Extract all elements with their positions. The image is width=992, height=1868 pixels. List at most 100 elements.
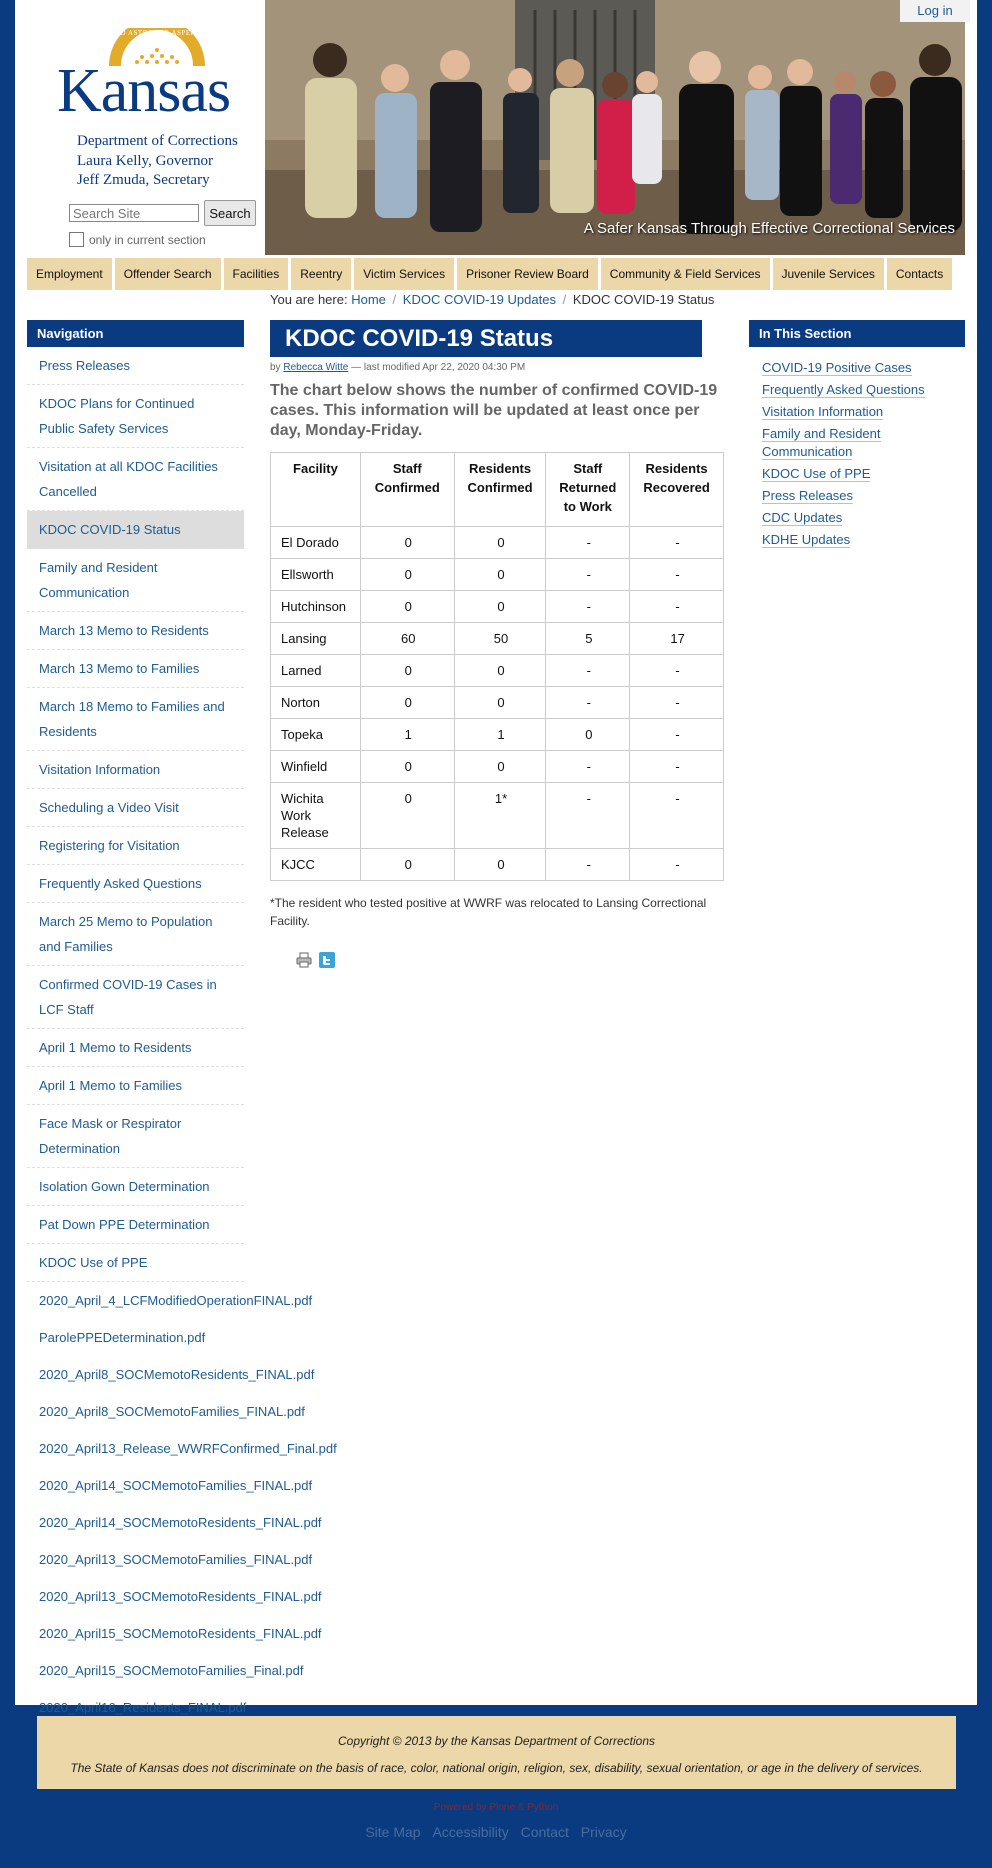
right-section-list: COVID-19 Positive Cases Frequently Asked … xyxy=(749,357,965,551)
accessibility-link[interactable]: Accessibility xyxy=(432,1824,508,1840)
search-button[interactable]: Search xyxy=(204,200,256,226)
left-nav-item[interactable]: Registering for Visitation xyxy=(27,827,244,865)
left-nav-item[interactable]: 2020_April8_SOCMemotoFamilies_FINAL.pdf xyxy=(27,1393,347,1430)
left-nav-item[interactable]: Confirmed COVID-19 Cases in LCF Staff xyxy=(27,966,244,1029)
left-nav-item[interactable]: April 1 Memo to Families xyxy=(27,1067,244,1105)
powered-by: Powered by Plone & Python xyxy=(433,1802,559,1813)
table-cell: - xyxy=(545,558,631,591)
search-scope: only in current section xyxy=(69,232,269,250)
table-row: Ellsworth 0 0- - xyxy=(270,558,724,591)
facility-cell: Topeka xyxy=(270,718,361,751)
logo-department: Department of Corrections xyxy=(77,133,238,149)
print-icon[interactable] xyxy=(296,952,312,968)
byline-prefix: by xyxy=(270,362,281,373)
table-row: Lansing 60 50 5 17 xyxy=(270,622,724,655)
right-section-item-label: Family and Resident Communication xyxy=(762,426,881,460)
left-nav-item[interactable]: April 1 Memo to Residents xyxy=(27,1029,244,1067)
table-row: Norton 0 0- - xyxy=(270,686,724,719)
left-nav-item[interactable]: 2020_April13_SOCMemotoResidents_FINAL.pd… xyxy=(27,1578,347,1615)
login-link[interactable]: Log in xyxy=(900,0,970,22)
nav-juvenile-services[interactable]: Juvenile Services xyxy=(772,258,884,290)
left-nav-item[interactable]: 2020_April14_SOCMemotoFamilies_FINAL.pdf xyxy=(27,1467,347,1504)
kdoc-logo[interactable]: AD ASTRA PER ASPERA Kansas Department of… xyxy=(57,20,257,188)
facility-cell: Winfield xyxy=(270,750,361,783)
left-nav-item[interactable]: Visitation Information xyxy=(27,751,244,789)
left-nav-item[interactable]: KDOC Plans for Continued Public Safety S… xyxy=(27,385,244,448)
logo-governor: Laura Kelly, Governor xyxy=(77,153,214,169)
site-map-link[interactable]: Site Map xyxy=(365,1824,420,1840)
left-nav-item[interactable]: Scheduling a Video Visit xyxy=(27,789,244,827)
left-nav-item[interactable]: KDOC Use of PPE xyxy=(27,1244,244,1282)
right-section-item[interactable]: KDHE Updates xyxy=(749,529,965,551)
table-cell: 1 xyxy=(453,718,547,751)
nav-community-field-services[interactable]: Community & Field Services xyxy=(600,258,770,290)
left-navigation-portlet: Navigation Press Releases KDOC Plans for … xyxy=(27,320,337,1763)
left-nav-item[interactable]: Family and Resident Communication xyxy=(27,549,244,612)
document-byline: by Rebecca Witte — last modified Apr 22,… xyxy=(270,362,730,373)
nav-offender-search[interactable]: Offender Search xyxy=(114,258,221,290)
table-cell: 0 xyxy=(359,848,455,881)
left-nav-item[interactable]: 2020_April13_Release_WWRFConfirmed_Final… xyxy=(27,1430,347,1467)
right-section-item[interactable]: Press Releases xyxy=(749,485,965,507)
left-nav-item[interactable]: Pat Down PPE Determination xyxy=(27,1206,244,1244)
table-cell: 0 xyxy=(359,558,455,591)
facility-cell: Larned xyxy=(270,654,361,687)
left-nav-item[interactable]: March 25 Memo to Population and Families xyxy=(27,903,244,966)
left-nav-item[interactable]: KDOC COVID-19 Status xyxy=(27,511,244,549)
facility-cell: Ellsworth xyxy=(270,558,361,591)
left-nav-item[interactable]: Face Mask or Respirator Determination xyxy=(27,1105,244,1168)
left-nav-item[interactable]: 2020_April13_SOCMemotoFamilies_FINAL.pdf xyxy=(27,1541,347,1578)
left-nav-item[interactable]: 2020_April8_SOCMemotoResidents_FINAL.pdf xyxy=(27,1356,347,1393)
right-section-item-label: COVID-19 Positive Cases xyxy=(762,360,912,376)
scope-checkbox[interactable] xyxy=(69,232,84,247)
right-section-item[interactable]: KDOC Use of PPE xyxy=(749,463,965,485)
nav-reentry[interactable]: Reentry xyxy=(291,258,352,290)
breadcrumb-home[interactable]: Home xyxy=(351,292,386,307)
left-nav-item[interactable]: 2020_April15_SOCMemotoResidents_FINAL.pd… xyxy=(27,1615,347,1652)
left-nav-item[interactable]: March 13 Memo to Families xyxy=(27,650,244,688)
left-nav-list: Press Releases KDOC Plans for Continued P… xyxy=(27,347,337,1763)
left-nav-item[interactable]: Isolation Gown Determination xyxy=(27,1168,244,1206)
table-cell: - xyxy=(629,848,724,881)
nav-contacts[interactable]: Contacts xyxy=(886,258,953,290)
right-section-item-label: CDC Updates xyxy=(762,510,843,526)
left-nav-item[interactable]: ParolePPEDetermination.pdf xyxy=(27,1319,347,1356)
breadcrumb-covid-updates[interactable]: KDOC COVID-19 Updates xyxy=(403,292,556,307)
left-nav-item[interactable]: Visitation at all KDOC Facilities Cancel… xyxy=(27,448,244,511)
privacy-link[interactable]: Privacy xyxy=(581,1824,627,1840)
table-cell: 50 xyxy=(453,622,547,655)
search-input[interactable] xyxy=(69,204,199,222)
nav-victim-services[interactable]: Victim Services xyxy=(354,258,455,290)
table-row: Topeka 1 1 0- xyxy=(270,718,724,751)
in-this-section-portlet: In This Section COVID-19 Positive Cases F… xyxy=(749,320,965,551)
breadcrumb-separator: / xyxy=(562,292,567,307)
left-nav-item[interactable]: Press Releases xyxy=(27,347,244,385)
table-cell: 0 xyxy=(453,654,547,687)
main-content: KDOC COVID-19 Status by Rebecca Witte — … xyxy=(270,320,730,930)
right-section-item[interactable]: CDC Updates xyxy=(749,507,965,529)
table-row: KJCC 0 0- - xyxy=(270,848,724,881)
left-nav-item[interactable]: March 13 Memo to Residents xyxy=(27,612,244,650)
left-nav-item[interactable]: March 18 Memo to Families and Residents xyxy=(27,688,244,751)
right-section-item[interactable]: Family and Resident Communication xyxy=(749,423,965,463)
nav-prisoner-review-board[interactable]: Prisoner Review Board xyxy=(457,258,598,290)
left-nav-item[interactable]: 2020_April15_SOCMemotoFamilies_Final.pdf xyxy=(27,1652,347,1689)
table-cell: 0 xyxy=(359,590,455,623)
left-nav-item[interactable]: Frequently Asked Questions xyxy=(27,865,244,903)
table-cell: 0 xyxy=(359,654,455,687)
right-section-header: In This Section xyxy=(749,320,965,347)
contact-link[interactable]: Contact xyxy=(521,1824,569,1840)
breadcrumb-prefix: You are here: xyxy=(270,292,348,307)
table-cell: 60 xyxy=(359,622,455,655)
left-nav-item[interactable]: 2020_April14_SOCMemotoResidents_FINAL.pd… xyxy=(27,1504,347,1541)
right-section-item[interactable]: Visitation Information xyxy=(749,401,965,423)
twitter-icon[interactable] xyxy=(319,952,336,968)
left-nav-item[interactable]: 2020_April_4_LCFModifiedOperationFINAL.p… xyxy=(27,1282,347,1319)
right-section-item-label: KDHE Updates xyxy=(762,532,851,548)
author-link[interactable]: Rebecca Witte xyxy=(283,362,348,373)
modified-date: — last modified Apr 22, 2020 04:30 PM xyxy=(351,362,526,373)
right-section-item[interactable]: Frequently Asked Questions xyxy=(749,379,965,401)
nav-facilities[interactable]: Facilities xyxy=(223,258,289,290)
right-section-item[interactable]: COVID-19 Positive Cases xyxy=(749,357,965,379)
nav-employment[interactable]: Employment xyxy=(27,258,112,290)
